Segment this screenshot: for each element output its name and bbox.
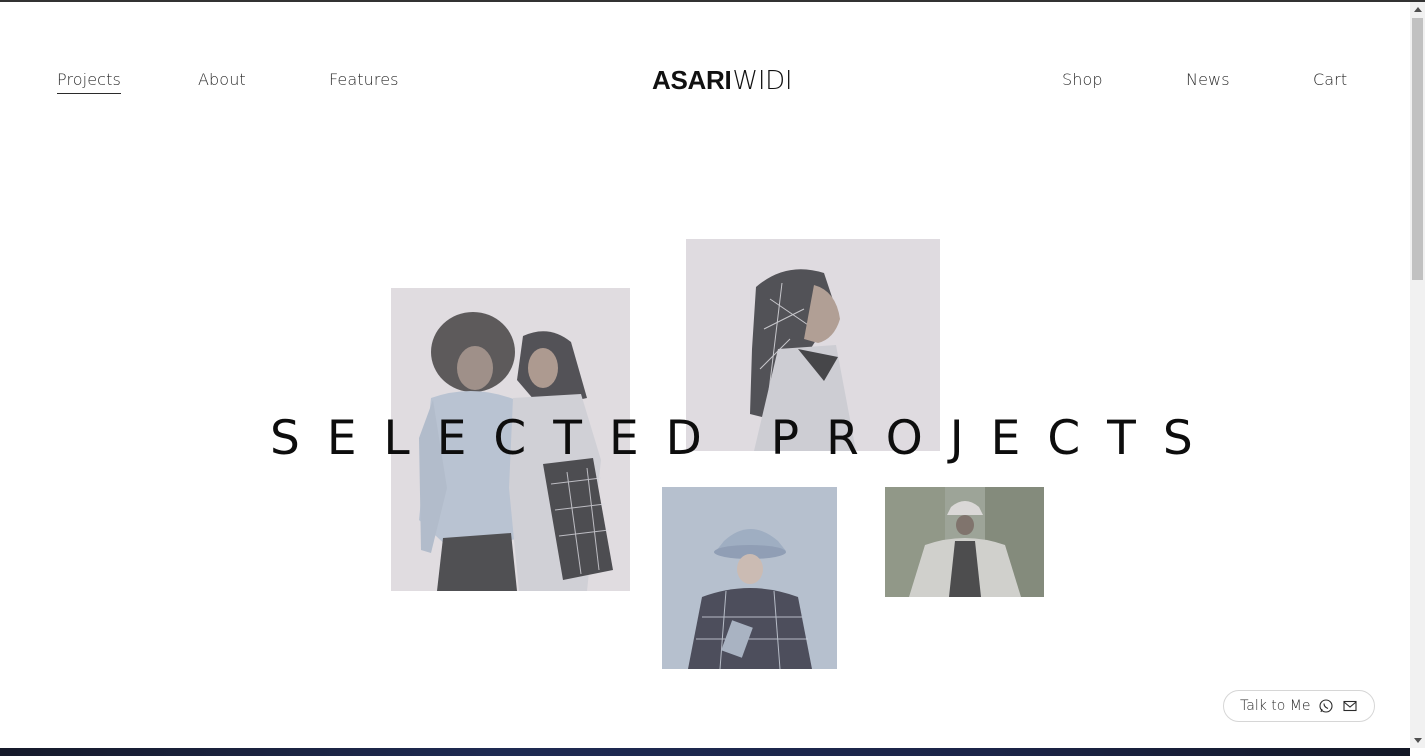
vertical-scrollbar[interactable] (1410, 2, 1425, 748)
photo-bucket-hat-runway[interactable] (662, 487, 837, 669)
page: Projects About Features ASARIWIDI Shop N… (0, 0, 1425, 756)
whatsapp-icon[interactable] (1318, 698, 1334, 714)
nav-news[interactable]: News (1186, 68, 1230, 92)
logo-light-part: WIDI (732, 66, 793, 96)
logo-bold-part: ASARI (652, 65, 732, 95)
next-section-preview (0, 748, 1410, 756)
talk-to-me-label: Talk to Me (1240, 698, 1311, 714)
scroll-thumb[interactable] (1412, 18, 1423, 280)
mail-icon[interactable] (1342, 698, 1358, 714)
nav-features[interactable]: Features (329, 68, 399, 92)
nav-shop[interactable]: Shop (1062, 68, 1103, 92)
scroll-down-arrow-icon[interactable] (1414, 738, 1422, 743)
nav-about[interactable]: About (198, 68, 246, 92)
scroll-up-arrow-icon[interactable] (1414, 7, 1422, 12)
nav-projects[interactable]: Projects (57, 68, 121, 94)
window-top-border (0, 0, 1425, 2)
brand-logo[interactable]: ASARIWIDI (652, 64, 793, 97)
selected-projects-heading: SELECTED PROJECTS (270, 411, 1220, 466)
photo-bucket-hat-outdoor[interactable] (885, 487, 1044, 597)
talk-to-me-widget[interactable]: Talk to Me (1223, 690, 1375, 722)
nav-cart[interactable]: Cart (1313, 68, 1347, 92)
